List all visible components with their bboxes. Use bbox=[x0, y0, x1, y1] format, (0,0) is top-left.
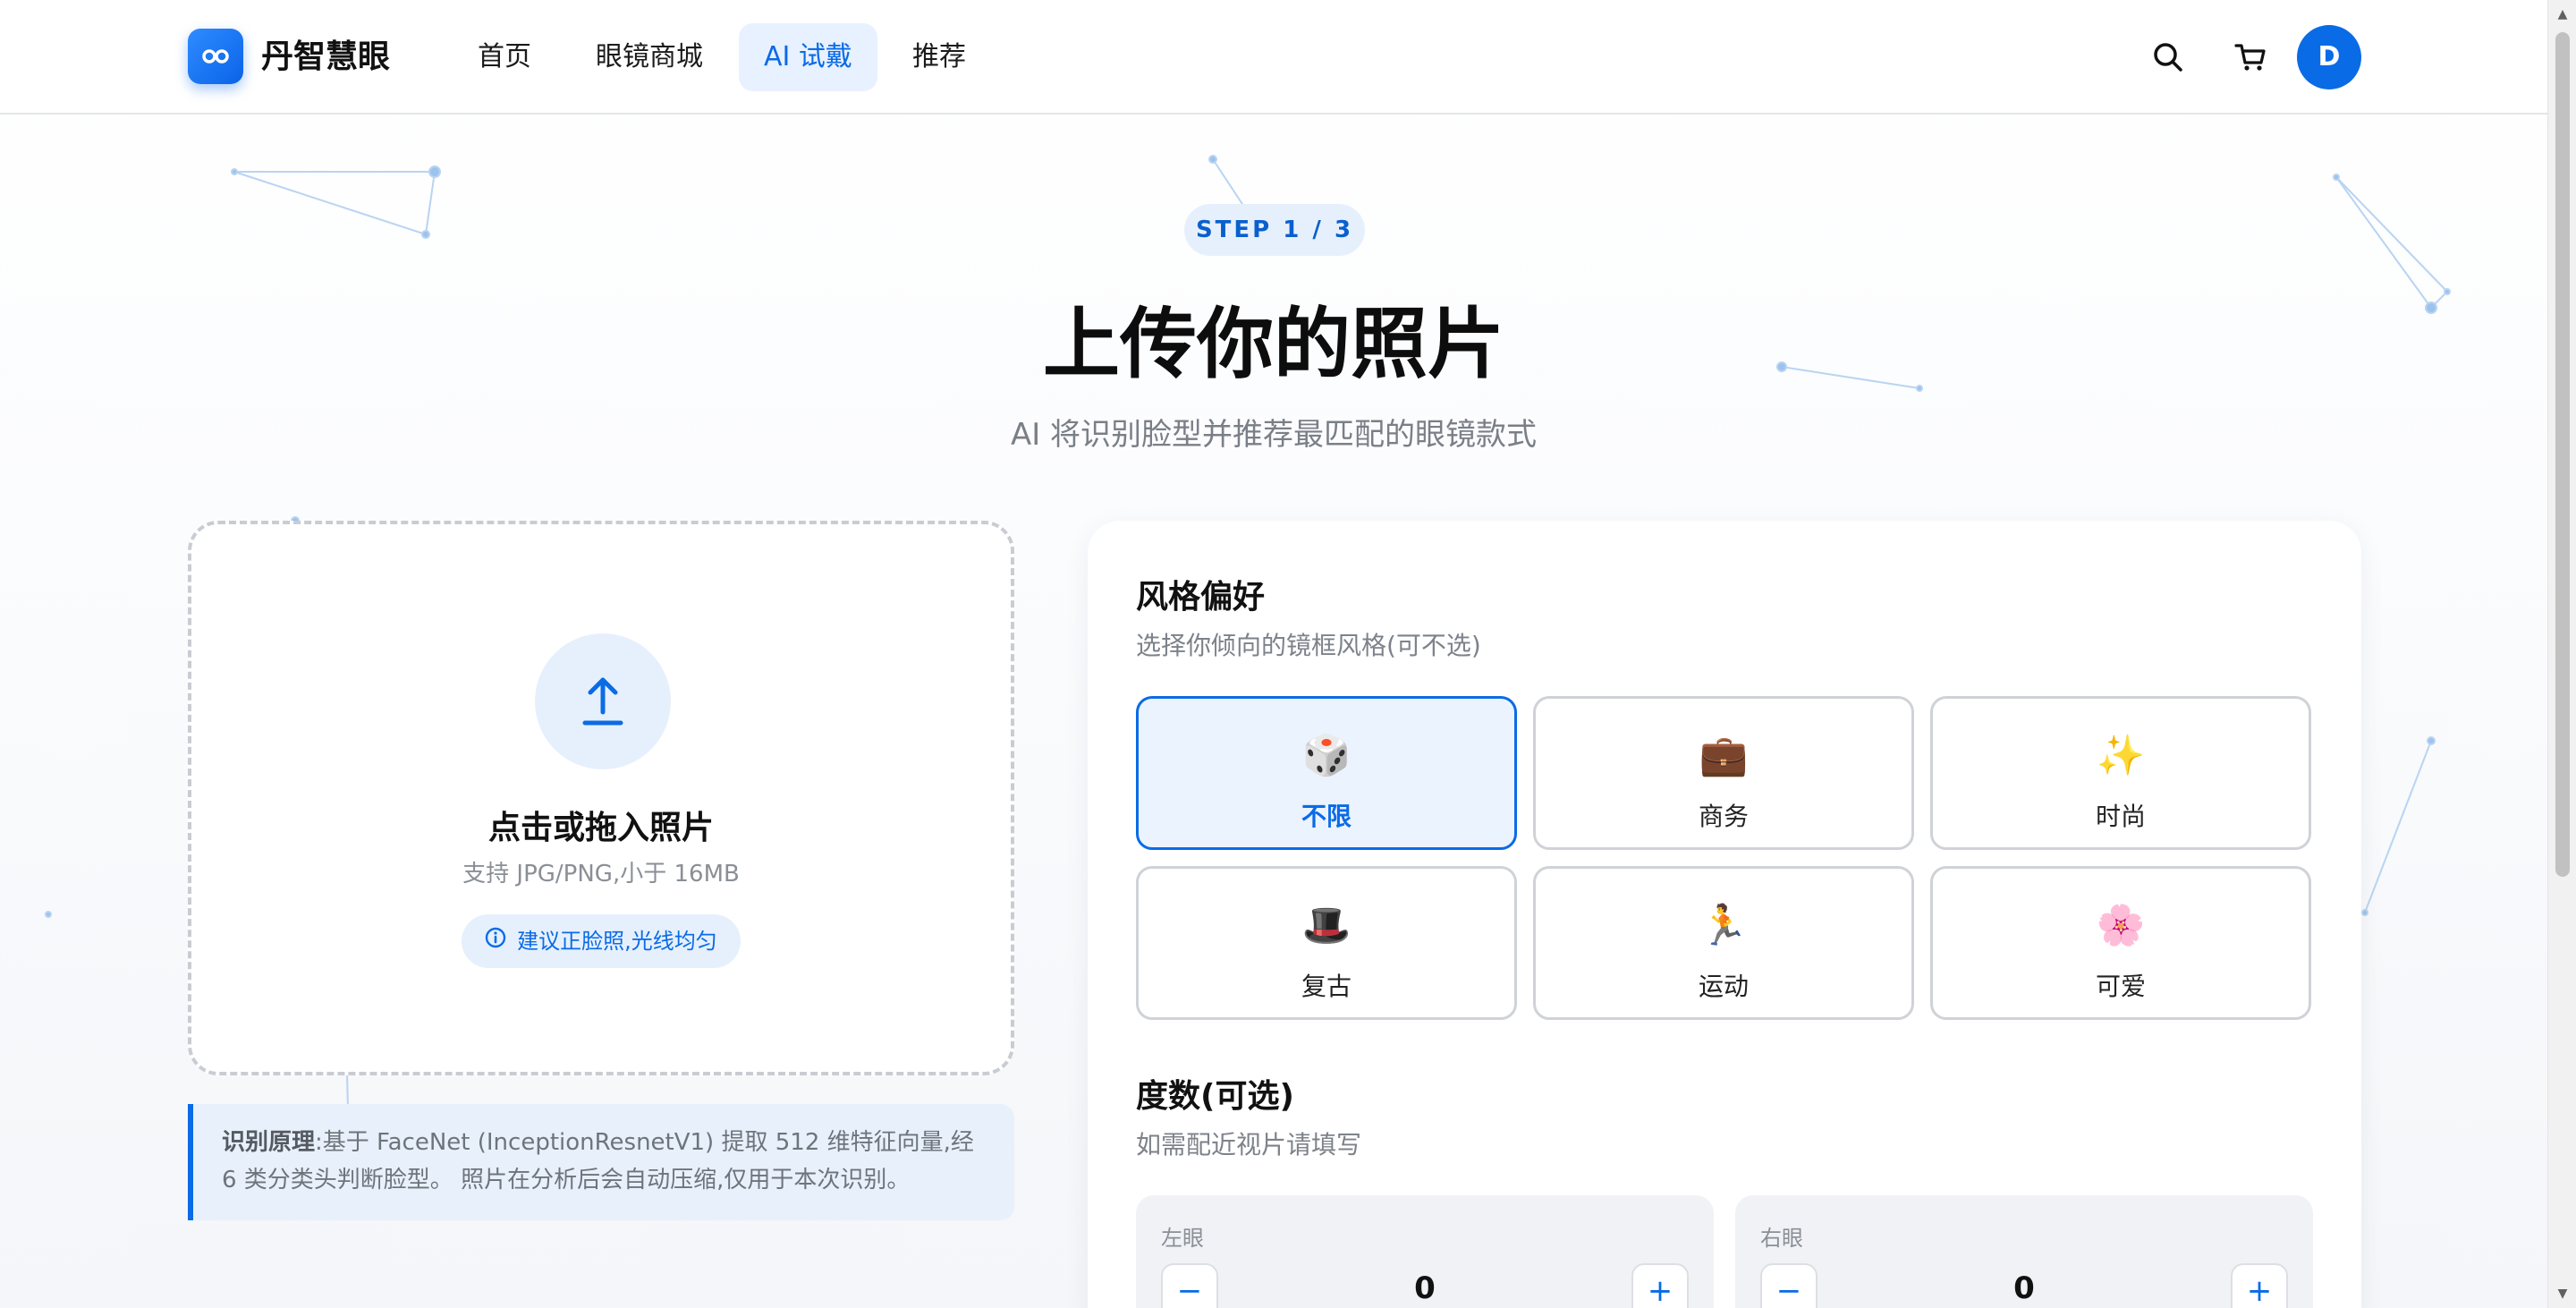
cherry-blossom-icon: 🌸 bbox=[2096, 903, 2146, 948]
brand-name[interactable]: 丹智慧眼 bbox=[261, 34, 390, 81]
runner-icon: 🏃 bbox=[1699, 903, 1749, 948]
right-eye-decrement-button[interactable]: − bbox=[1760, 1263, 1818, 1308]
nav-recommend[interactable]: 推荐 bbox=[887, 23, 991, 91]
left-eye-value[interactable]: 0 bbox=[1136, 1270, 1714, 1306]
page-subtitle: AI 将识别脸型并推荐最匹配的眼镜款式 bbox=[1010, 417, 1538, 453]
top-hat-icon: 🎩 bbox=[1301, 903, 1352, 948]
right-eye-increment-button[interactable]: + bbox=[2231, 1263, 2288, 1308]
search-icon[interactable] bbox=[2148, 38, 2188, 77]
upload-tip-text: 建议正脸照,光线均匀 bbox=[517, 929, 717, 954]
upload-title: 点击或拖入照片 bbox=[487, 810, 714, 846]
sparkles-icon: ✨ bbox=[2096, 733, 2146, 778]
style-option-label: 运动 bbox=[1698, 972, 1749, 1001]
left-eye-increment-button[interactable]: + bbox=[1631, 1263, 1689, 1308]
user-avatar[interactable]: D bbox=[2297, 25, 2361, 89]
nav-home[interactable]: 首页 bbox=[453, 23, 556, 91]
scroll-thumb[interactable] bbox=[2555, 32, 2570, 877]
upload-arrow-icon bbox=[535, 633, 671, 769]
scroll-down-arrow-icon[interactable]: ▼ bbox=[2555, 1287, 2570, 1301]
upload-format-hint: 支持 JPG/PNG,小于 16MB bbox=[462, 861, 740, 888]
style-option-label: 商务 bbox=[1698, 802, 1749, 831]
preferences-panel: 风格偏好 选择你倾向的镜框风格(可不选) 🎲 不限 💼 商务 ✨ 时尚 🎩 复古… bbox=[1088, 521, 2361, 1308]
style-section-subtitle: 选择你倾向的镜框风格(可不选) bbox=[1136, 631, 1481, 660]
left-eye-label: 左眼 bbox=[1161, 1226, 1204, 1251]
nav-ai-tryon[interactable]: AI 试戴 bbox=[739, 23, 877, 91]
nav-shop[interactable]: 眼镜商城 bbox=[571, 23, 728, 91]
dice-icon: 🎲 bbox=[1301, 733, 1352, 778]
right-eye-value[interactable]: 0 bbox=[1735, 1270, 2313, 1306]
style-section-title: 风格偏好 bbox=[1136, 579, 1266, 616]
cart-icon[interactable] bbox=[2231, 38, 2270, 77]
scroll-up-arrow-icon[interactable]: ▲ bbox=[2555, 7, 2570, 21]
step-indicator: STEP 1 / 3 bbox=[1184, 204, 1365, 256]
prescription-section-title: 度数(可选) bbox=[1136, 1078, 1294, 1115]
style-option-fashion[interactable]: ✨ 时尚 bbox=[1930, 696, 2311, 850]
style-option-any[interactable]: 🎲 不限 bbox=[1136, 696, 1517, 850]
style-option-business[interactable]: 💼 商务 bbox=[1533, 696, 1914, 850]
info-note-label: 识别原理 bbox=[222, 1129, 316, 1156]
page-scrollbar[interactable]: ▲ ▼ bbox=[2547, 0, 2576, 1308]
top-navbar: 丹智慧眼 首页 眼镜商城 AI 试戴 推荐 D bbox=[0, 0, 2547, 115]
style-option-sport[interactable]: 🏃 运动 bbox=[1533, 866, 1914, 1020]
right-eye-stepper: 右眼 0 − + bbox=[1735, 1195, 2313, 1308]
upload-tip-badge: 建议正脸照,光线均匀 bbox=[462, 914, 741, 968]
info-note-text: :基于 FaceNet (InceptionResnetV1) 提取 512 维… bbox=[222, 1129, 974, 1193]
left-eye-decrement-button[interactable]: − bbox=[1161, 1263, 1218, 1308]
style-option-retro[interactable]: 🎩 复古 bbox=[1136, 866, 1517, 1020]
info-icon bbox=[485, 914, 506, 968]
prescription-section-subtitle: 如需配近视片请填写 bbox=[1136, 1130, 1362, 1159]
style-option-label: 复古 bbox=[1301, 972, 1352, 1001]
recognition-info-note: 识别原理:基于 FaceNet (InceptionResnetV1) 提取 5… bbox=[188, 1104, 1014, 1220]
style-option-label: 可爱 bbox=[2095, 972, 2146, 1001]
style-option-label: 时尚 bbox=[2095, 802, 2146, 831]
right-eye-label: 右眼 bbox=[1760, 1226, 1803, 1251]
briefcase-icon: 💼 bbox=[1699, 733, 1749, 778]
photo-upload-dropzone[interactable]: 点击或拖入照片 支持 JPG/PNG,小于 16MB 建议正脸照,光线均匀 bbox=[188, 521, 1014, 1075]
style-option-cute[interactable]: 🌸 可爱 bbox=[1930, 866, 2311, 1020]
left-eye-stepper: 左眼 0 − + bbox=[1136, 1195, 1714, 1308]
brand-logo-icon[interactable] bbox=[188, 29, 243, 84]
page-title: 上传你的照片 bbox=[1043, 300, 1504, 389]
style-option-label: 不限 bbox=[1301, 802, 1352, 831]
